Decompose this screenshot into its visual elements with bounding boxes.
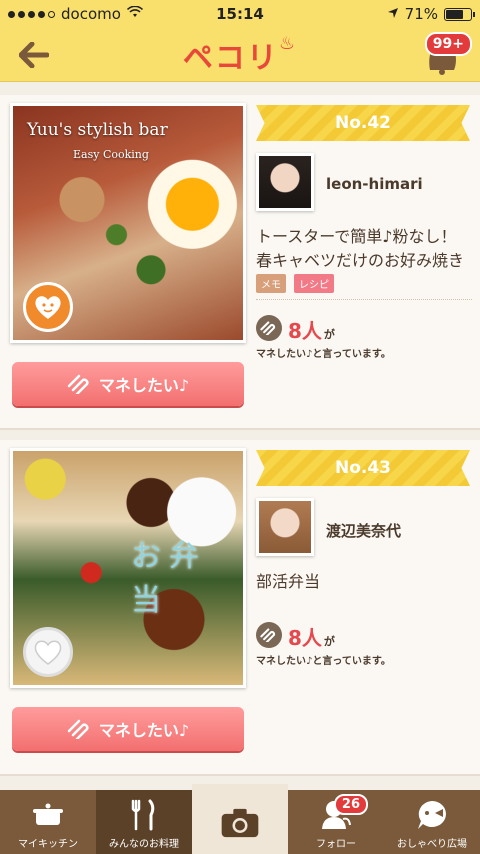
- tab-chat-plaza[interactable]: おしゃべり広場: [384, 790, 480, 854]
- mane-count-text: マネしたい♪と言っています。: [256, 656, 391, 667]
- tab-follow[interactable]: 26 フォロー: [288, 790, 384, 854]
- mane-count-number: 8人が: [288, 622, 335, 651]
- battery-percent: 71%: [404, 5, 438, 23]
- chat-icon: [412, 797, 452, 833]
- heart-badge-icon: [23, 627, 73, 677]
- follow-badge: 26: [333, 794, 368, 815]
- back-arrow-icon: [19, 42, 49, 68]
- mane-shitai-button[interactable]: マネしたい♪: [12, 362, 244, 406]
- mane-shitai-label: マネしたい♪: [98, 721, 190, 740]
- mane-count-text: マネしたい♪と言っています。: [256, 349, 391, 360]
- divider: [256, 299, 472, 300]
- signal-strength-icon: [8, 10, 55, 18]
- battery-icon: [444, 7, 475, 21]
- photo-caption: Yuu's stylish bar: [27, 120, 168, 140]
- app-logo-text: ペコリ: [182, 40, 279, 76]
- notification-badge: 99+: [424, 32, 472, 56]
- tab-my-kitchen[interactable]: マイキッチン: [0, 790, 96, 854]
- pot-icon: [28, 797, 68, 833]
- tab-label: おしゃべり広場: [397, 839, 467, 850]
- mane-shitai-button[interactable]: マネしたい♪: [12, 707, 244, 751]
- post-number-banner: No.42: [256, 105, 470, 141]
- post-title[interactable]: トースターで簡単♪粉なし！春キャベツだけのお好み焼き: [256, 225, 472, 273]
- tab-label: フォロー: [316, 839, 356, 850]
- post-photo[interactable]: Yuu's stylish bar Easy Cooking: [10, 103, 246, 343]
- photo-subcaption: Easy Cooking: [73, 148, 149, 161]
- bird-icon: ♨: [278, 32, 298, 54]
- location-arrow-icon: [387, 5, 399, 23]
- clip-circle-icon: [256, 315, 282, 341]
- photo-overlay-text: お弁当: [131, 539, 207, 618]
- avatar[interactable]: [256, 498, 314, 556]
- post-card: Yuu's stylish bar Easy Cooking マネしたい♪ No…: [0, 95, 480, 430]
- back-button[interactable]: [14, 36, 54, 74]
- bottom-tab-bar: マイキッチン みんなのお料理 26 フォロー おしゃべり広場: [0, 784, 480, 854]
- post-number-banner: No.43: [256, 450, 470, 486]
- mane-count-suffix: が: [323, 328, 335, 341]
- tab-label: マイキッチン: [18, 839, 78, 850]
- post-title[interactable]: 部活弁当: [256, 570, 472, 594]
- app-logo: ペコリ♨: [183, 33, 297, 77]
- mane-count-value: 8人: [288, 319, 322, 343]
- app-header: ペコリ♨ 99+: [0, 28, 480, 82]
- heart-badge-icon: [23, 282, 73, 332]
- post-photo[interactable]: お弁当: [10, 448, 246, 688]
- mane-count-suffix: が: [323, 635, 335, 648]
- wifi-icon: [126, 5, 143, 22]
- notification-button[interactable]: 99+: [418, 32, 472, 76]
- mane-count-value: 8人: [288, 626, 322, 650]
- tab-everyone-cooking[interactable]: みんなのお料理: [96, 790, 192, 854]
- avatar[interactable]: [256, 153, 314, 211]
- camera-icon: [220, 798, 260, 848]
- mane-count-number: 8人が: [288, 315, 335, 344]
- user-name[interactable]: 渡辺美奈代: [326, 520, 401, 541]
- tag-memo: メモ: [256, 274, 286, 293]
- status-bar: docomo 15:14 71%: [0, 0, 480, 28]
- post-card: お弁当 マネしたい♪ No.43 渡辺美奈代 部活弁当 8人が マネしたい♪と言…: [0, 440, 480, 776]
- user-name[interactable]: leon-himari: [326, 175, 423, 193]
- mane-shitai-label: マネしたい♪: [98, 376, 190, 395]
- tag-list: メモ レシピ: [256, 274, 334, 293]
- tag-recipe: レシピ: [294, 274, 334, 293]
- tab-camera[interactable]: [192, 784, 288, 854]
- tab-label: みんなのお料理: [109, 839, 179, 850]
- clip-icon: [67, 719, 89, 739]
- clip-circle-icon: [256, 622, 282, 648]
- carrier-name: docomo: [61, 5, 121, 23]
- clip-icon: [67, 374, 89, 394]
- fork-knife-icon: [124, 797, 164, 833]
